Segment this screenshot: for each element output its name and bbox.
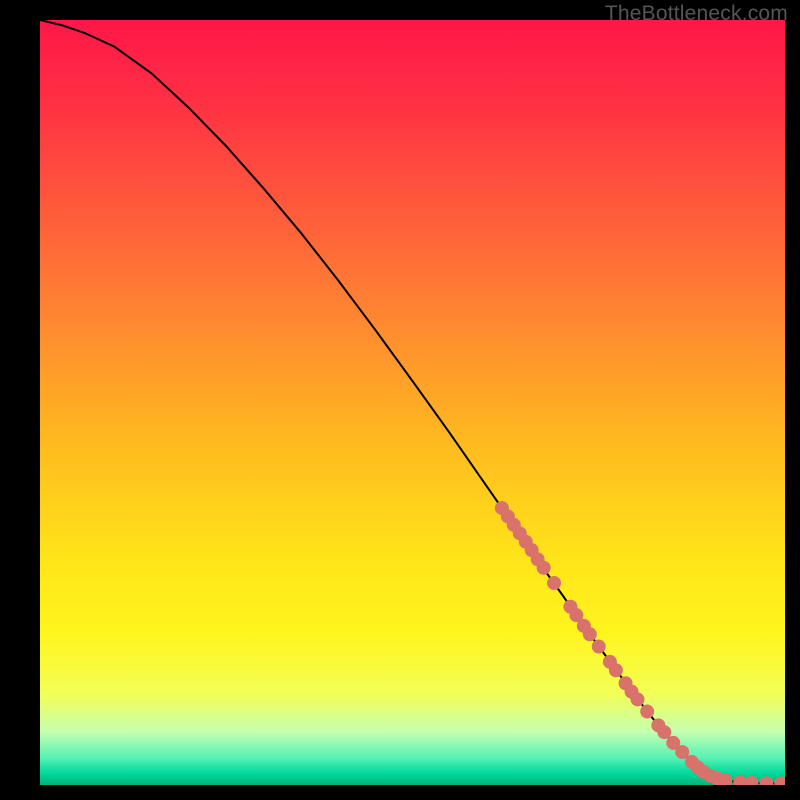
plot-area bbox=[40, 20, 785, 785]
data-marker bbox=[760, 777, 773, 785]
data-marker bbox=[631, 693, 644, 706]
chart-svg bbox=[40, 20, 785, 785]
data-marker bbox=[592, 640, 605, 653]
data-marker bbox=[658, 726, 671, 739]
data-marker bbox=[676, 746, 689, 759]
data-marker bbox=[609, 664, 622, 677]
gradient-background bbox=[40, 20, 785, 785]
data-marker bbox=[583, 628, 596, 641]
watermark-text: TheBottleneck.com bbox=[605, 2, 788, 26]
data-marker bbox=[719, 774, 732, 785]
data-marker bbox=[745, 776, 758, 785]
data-marker bbox=[537, 561, 550, 574]
data-marker bbox=[641, 705, 654, 718]
chart-frame bbox=[40, 20, 785, 785]
data-marker bbox=[548, 577, 561, 590]
